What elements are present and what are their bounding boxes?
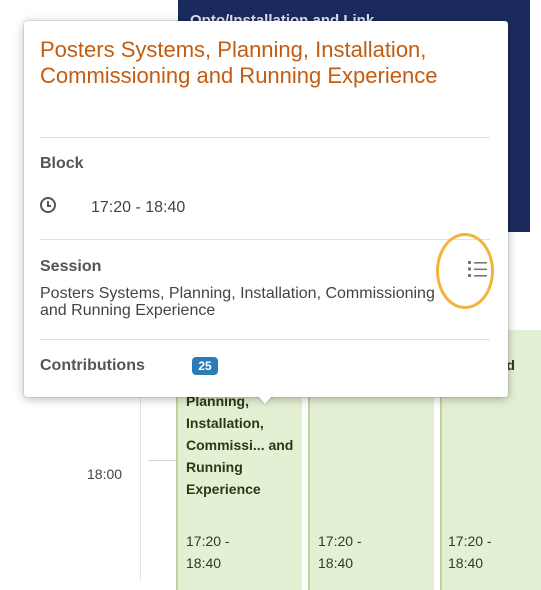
block-label: Block — [40, 155, 84, 172]
slot-time: 17:20 - 18:40 — [318, 533, 362, 571]
contributions-count-badge: 25 — [192, 357, 218, 375]
slot-time: 17:20 - 18:40 — [448, 533, 492, 571]
slot-time: 17:20 - 18:40 — [186, 533, 230, 571]
highlight-ring — [436, 233, 494, 309]
contributions-label: Contributions — [40, 357, 145, 374]
time-label-1800: 18:00 — [87, 466, 123, 482]
popup-title[interactable]: Posters Systems, Planning, Installation,… — [40, 37, 480, 89]
session-name: Posters Systems, Planning, Installation,… — [40, 285, 435, 319]
clock-icon — [40, 197, 56, 213]
block-time: 17:20 - 18:40 — [91, 199, 186, 216]
slot-title: Planning, Installation, Commissi... and … — [186, 393, 294, 497]
divider — [40, 339, 490, 340]
session-label: Session — [40, 258, 102, 275]
session-block-popup: Posters Systems, Planning, Installation,… — [24, 21, 508, 397]
popup-arrow — [257, 395, 273, 404]
timetable-hour-line — [148, 460, 178, 461]
divider — [40, 239, 490, 240]
divider — [40, 137, 490, 138]
